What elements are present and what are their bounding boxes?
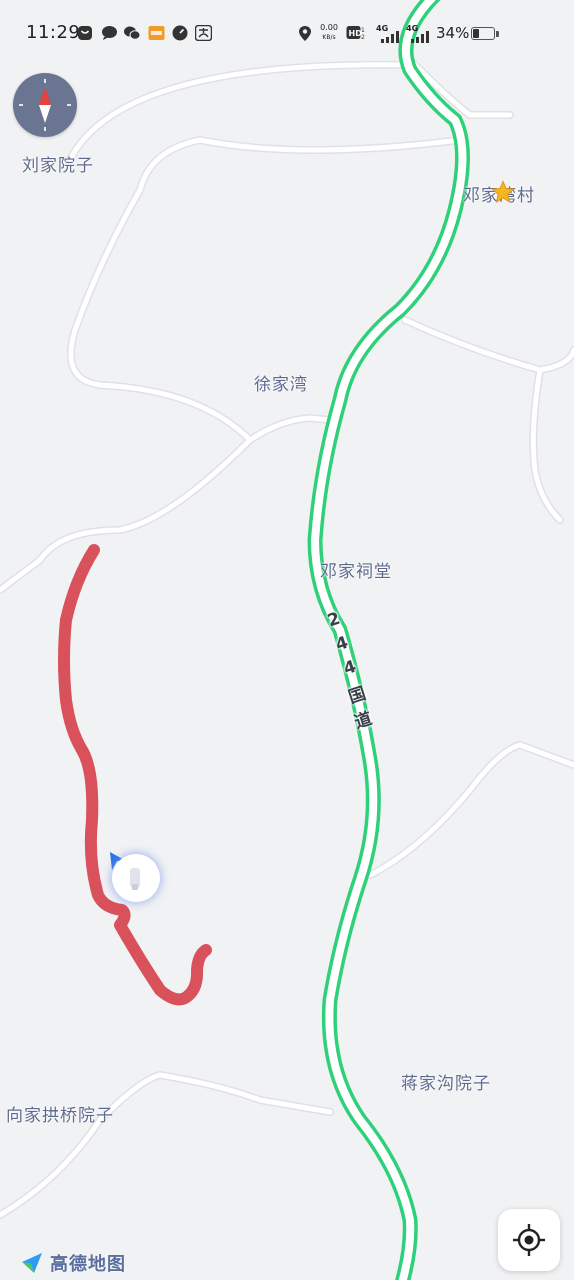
logo-text: 高德地图 (50, 1254, 126, 1275)
gaode-logo: 高德地图 (20, 1250, 126, 1276)
status-time: 11:29 (26, 22, 81, 43)
net-speed-unit: KB/s (322, 34, 336, 41)
alipay-icon (194, 24, 212, 42)
message-icon (100, 24, 118, 42)
app-badge-icon (147, 24, 165, 42)
compass-button[interactable] (13, 73, 77, 137)
location-pin-icon (296, 24, 314, 42)
wechat-icon (123, 24, 141, 42)
locate-button[interactable] (498, 1209, 560, 1271)
place-label-xujia[interactable]: 徐家湾 (254, 370, 308, 395)
gaode-logo-icon (22, 1253, 42, 1273)
notification-app-icon (76, 24, 94, 42)
recorded-track (58, 544, 212, 1006)
avatar (112, 854, 160, 902)
battery-tip (496, 31, 499, 37)
signal-sim2-icon (410, 30, 432, 44)
place-label-liujia[interactable]: 刘家院子 (22, 151, 94, 176)
user-location-marker[interactable] (110, 852, 162, 904)
battery-icon (471, 27, 495, 40)
battery-percent: 34% (436, 24, 470, 42)
speedometer-icon (171, 24, 189, 42)
compass-icon (19, 79, 71, 131)
net-speed-value: 0.00 (320, 23, 338, 32)
place-label-jiangjia[interactable]: 蒋家沟院子 (401, 1069, 491, 1094)
hd-voice-icon: HD 1 2 (346, 24, 366, 42)
place-label-xiangjia[interactable]: 向家拱桥院子 (6, 1101, 114, 1126)
place-label-dengjia-ancestral[interactable]: 邓家祠堂 (320, 557, 392, 582)
minor-roads (0, 56, 574, 1219)
svg-text:1: 1 (361, 27, 365, 34)
battery-level-fill (473, 29, 479, 38)
svg-text:2: 2 (361, 34, 365, 41)
signal-sim1-icon (380, 30, 402, 44)
status-bar: 11:29 0.00 KB/s HD 1 2 4G 4G 34% (0, 0, 574, 66)
crosshair-icon (513, 1224, 545, 1256)
star-icon[interactable] (491, 180, 515, 204)
